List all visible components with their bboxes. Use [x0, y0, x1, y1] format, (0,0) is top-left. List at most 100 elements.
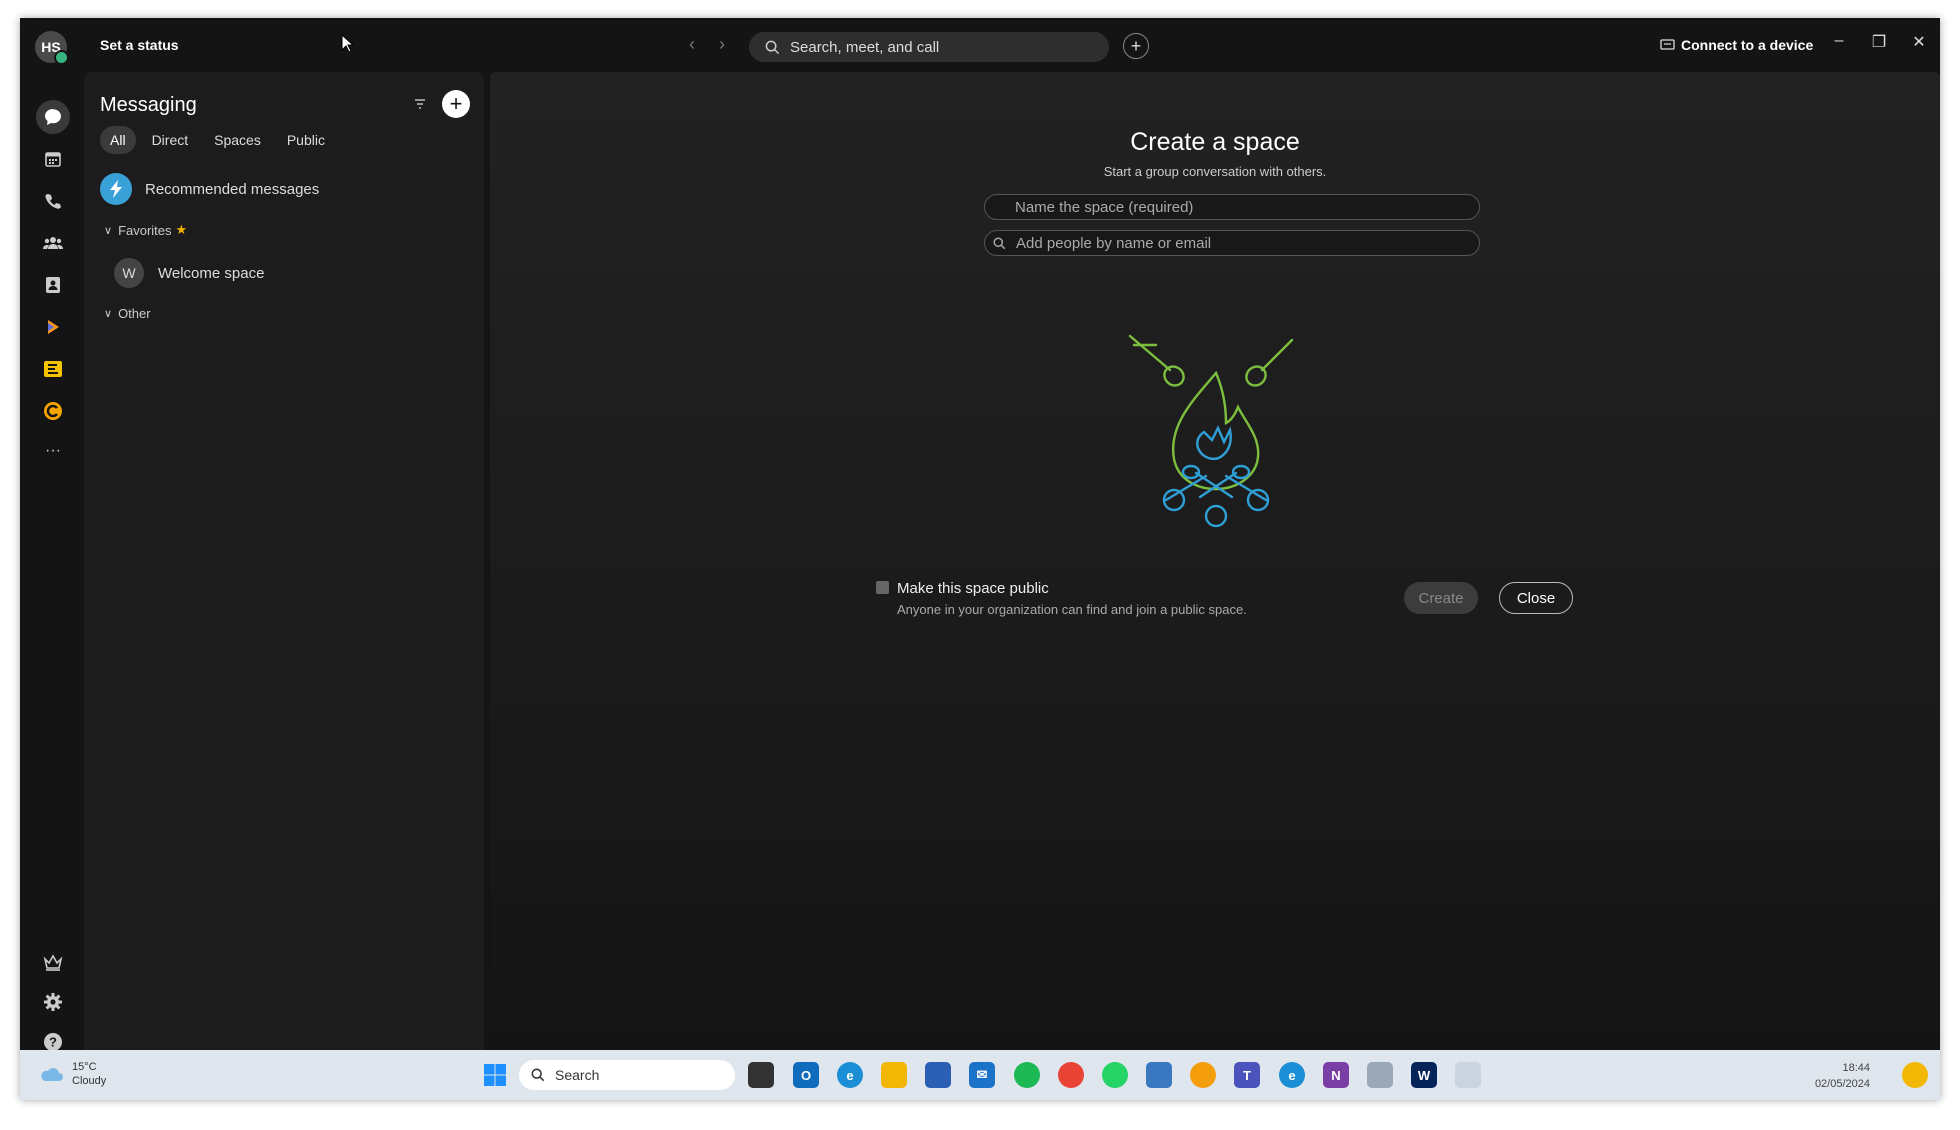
- app-icon: [44, 402, 62, 420]
- weather-condition: Cloudy: [72, 1075, 107, 1087]
- new-message-button[interactable]: +: [442, 90, 470, 118]
- windows-start-icon[interactable]: [482, 1062, 508, 1088]
- avatar[interactable]: HS: [35, 31, 69, 65]
- contacts-icon: [46, 277, 60, 293]
- edge-icon[interactable]: e: [837, 1062, 863, 1088]
- gear-icon: [44, 993, 62, 1011]
- page-title: Create a space: [1130, 128, 1300, 156]
- store-icon[interactable]: [925, 1062, 951, 1088]
- edge-beta-icon[interactable]: e: [1279, 1062, 1305, 1088]
- rail-contacts[interactable]: [36, 268, 70, 302]
- rail-slido[interactable]: [36, 352, 70, 386]
- recommended-messages-label: Recommended messages: [145, 180, 320, 198]
- messaging-tabs: All Direct Spaces Public: [100, 126, 335, 154]
- file-explorer-icon[interactable]: [881, 1062, 907, 1088]
- back-arrow-icon[interactable]: ‹: [682, 34, 702, 55]
- crown-icon: [43, 954, 63, 971]
- chevron-down-icon: ∨: [104, 224, 113, 237]
- lightning-icon: [100, 173, 132, 205]
- create-button[interactable]: Create: [1404, 582, 1478, 614]
- taskbar-search[interactable]: Search: [519, 1060, 735, 1090]
- tab-spaces[interactable]: Spaces: [204, 126, 271, 154]
- task-view-icon[interactable]: [748, 1062, 774, 1088]
- recommended-messages-item[interactable]: Recommended messages: [100, 173, 319, 205]
- calendar-icon: [45, 152, 61, 167]
- forward-arrow-icon[interactable]: ›: [712, 34, 732, 55]
- public-checkbox-description: Anyone in your organization can find and…: [897, 602, 1247, 617]
- rail-upgrade[interactable]: [36, 946, 70, 980]
- calculator-icon[interactable]: [1146, 1062, 1172, 1088]
- teams-taskbar-icon[interactable]: T: [1234, 1062, 1260, 1088]
- app-orange-icon[interactable]: [1190, 1062, 1216, 1088]
- minimize-icon[interactable]: –: [1827, 32, 1851, 50]
- rail-calendar[interactable]: [36, 142, 70, 176]
- connect-device-label: Connect to a device: [1681, 37, 1814, 53]
- rail-app[interactable]: [36, 394, 70, 428]
- close-window-icon[interactable]: ✕: [1907, 32, 1931, 52]
- tab-all[interactable]: All: [100, 126, 136, 154]
- chevron-down-icon: ∨: [104, 308, 113, 320]
- add-people-field[interactable]: Add people by name or email: [984, 230, 1480, 256]
- presence-status-dot: [54, 50, 69, 65]
- clock-time: 18:44: [1842, 1062, 1870, 1074]
- close-button[interactable]: Close: [1499, 582, 1573, 614]
- favorites-label: Favorites: [118, 222, 172, 238]
- mouse-cursor-icon: [341, 34, 355, 53]
- filter-icon[interactable]: [414, 98, 426, 110]
- onenote-icon[interactable]: N: [1323, 1062, 1349, 1088]
- snipping-tool-icon[interactable]: [1367, 1062, 1393, 1088]
- rail-teams[interactable]: [36, 226, 70, 260]
- top-bar: HS Set a status ‹ › Search, meet, and ca…: [20, 18, 1940, 72]
- connect-device-button[interactable]: Connect to a device: [1660, 37, 1813, 53]
- restore-icon[interactable]: ❐: [1867, 32, 1891, 52]
- rail-calling[interactable]: [36, 184, 70, 218]
- campfire-illustration: [1128, 334, 1294, 528]
- public-checkbox[interactable]: [876, 581, 889, 594]
- slido-icon: [44, 361, 62, 377]
- clock-date: 02/05/2024: [1814, 1078, 1870, 1090]
- rail-settings[interactable]: [36, 985, 70, 1019]
- notification-icon[interactable]: [1902, 1062, 1928, 1088]
- outlook-icon[interactable]: O: [793, 1062, 819, 1088]
- plus-icon: +: [449, 91, 463, 116]
- help-icon: ?: [44, 1033, 62, 1051]
- messaging-icon: [45, 109, 61, 125]
- other-label: Other: [118, 306, 151, 321]
- page-subtitle: Start a group conversation with others.: [1103, 164, 1327, 179]
- search-icon: [993, 236, 1006, 249]
- add-people-placeholder: Add people by name or email: [1016, 234, 1212, 252]
- weather-widget[interactable]: 15°C Cloudy: [38, 1060, 106, 1088]
- svg-text:?: ?: [49, 1035, 57, 1050]
- rail-webex-app[interactable]: [36, 310, 70, 344]
- webex-taskbar-icon[interactable]: W: [1411, 1062, 1437, 1088]
- webex-icon: [48, 320, 59, 334]
- search-icon: [765, 40, 780, 54]
- more-icon[interactable]: ···: [36, 434, 70, 468]
- spotify-icon[interactable]: [1014, 1062, 1040, 1088]
- remote-desktop-icon[interactable]: [1455, 1062, 1481, 1088]
- panel-title: Messaging: [100, 94, 197, 116]
- tab-public[interactable]: Public: [277, 126, 335, 154]
- tab-direct[interactable]: Direct: [142, 126, 199, 154]
- add-button[interactable]: +: [1123, 33, 1149, 59]
- mail-icon[interactable]: ✉: [969, 1062, 995, 1088]
- chrome-icon[interactable]: [1058, 1062, 1084, 1088]
- create-space-pane: Create a space Start a group conversatio…: [490, 72, 1940, 1070]
- device-icon: [1660, 39, 1675, 50]
- space-name: Welcome space: [158, 264, 265, 282]
- plus-icon: +: [1130, 35, 1142, 56]
- rail-messaging[interactable]: [36, 100, 70, 134]
- system-clock[interactable]: 18:44 02/05/2024: [1810, 1060, 1870, 1092]
- messaging-panel: Messaging + All Direct Spaces Public Rec…: [84, 72, 484, 1070]
- set-status-link[interactable]: Set a status: [100, 37, 179, 53]
- search-input[interactable]: Search, meet, and call: [749, 32, 1109, 62]
- favorites-section-header[interactable]: ∨ Favorites ★: [104, 222, 187, 238]
- space-name-field[interactable]: Name the space (required): [984, 194, 1480, 220]
- whatsapp-icon[interactable]: [1102, 1062, 1128, 1088]
- other-section-header[interactable]: ∨ Other: [104, 306, 151, 321]
- weather-temperature: 15°C: [72, 1061, 97, 1073]
- search-placeholder: Search, meet, and call: [790, 38, 940, 56]
- search-icon: [531, 1068, 545, 1082]
- space-name-placeholder: Name the space (required): [1015, 198, 1194, 216]
- list-item[interactable]: W Welcome space: [114, 258, 264, 288]
